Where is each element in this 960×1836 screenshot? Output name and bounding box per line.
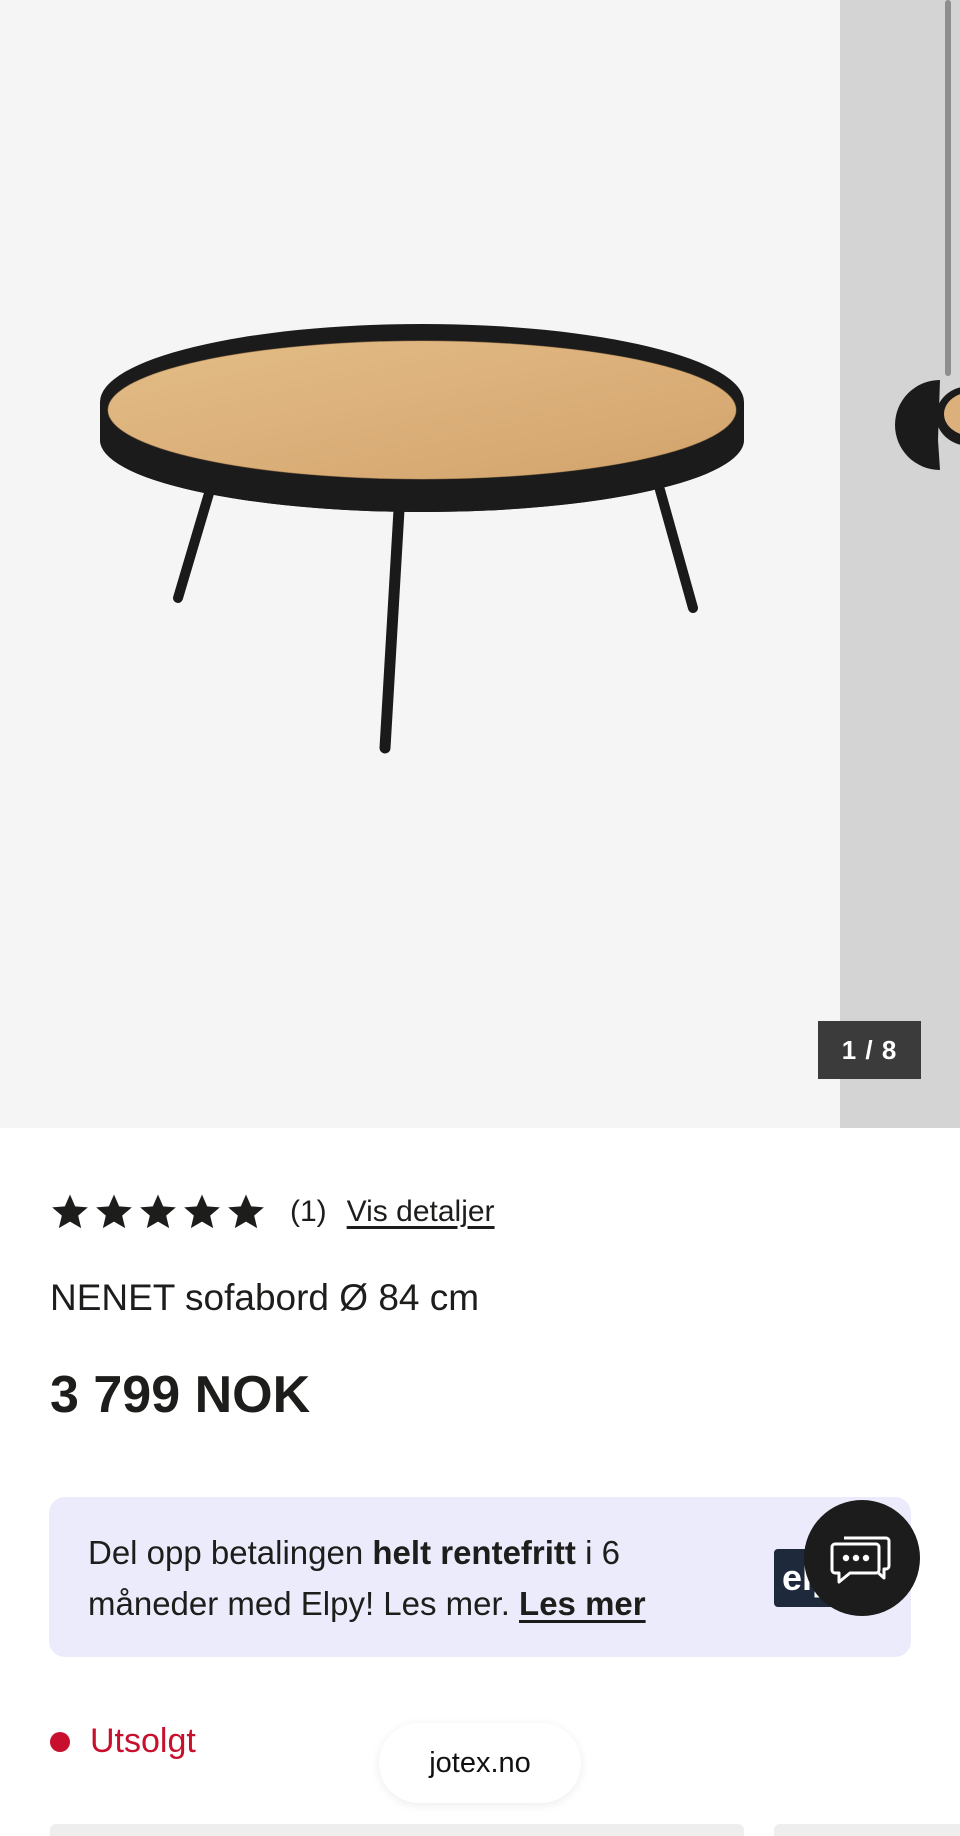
star-icon: [140, 1194, 176, 1229]
coffee-table-image: [100, 324, 744, 754]
next-product-image[interactable]: [840, 0, 960, 1128]
star-rating: [50, 1192, 266, 1232]
star-icon: [228, 1194, 264, 1229]
view-details-link[interactable]: Vis detaljer: [347, 1195, 495, 1229]
financing-read-more-link[interactable]: Les mer: [519, 1585, 646, 1622]
chat-bubble-icon: [830, 1536, 891, 1584]
financing-banner[interactable]: Del opp betalingen helt rentefritt i 6 m…: [49, 1497, 911, 1657]
star-icon: [184, 1194, 220, 1229]
status-dot: [50, 1731, 70, 1752]
product-price: 3 799 NOK: [50, 1366, 311, 1424]
star-icon: [96, 1194, 132, 1229]
scrollbar[interactable]: [945, 0, 951, 376]
browser-url-pill[interactable]: jotex.no: [379, 1723, 581, 1803]
rating-count: (1): [290, 1195, 327, 1228]
financing-text: Del opp betalingen helt rentefritt i 6 m…: [88, 1534, 646, 1622]
product-image-gallery[interactable]: 1 / 8: [0, 0, 960, 1128]
rating-row: (1) Vis detaljer: [50, 1190, 495, 1234]
stock-status-text: Utsolgt: [90, 1722, 196, 1760]
chat-button[interactable]: [804, 1500, 920, 1616]
product-image[interactable]: [0, 0, 840, 1128]
star-icon: [52, 1194, 88, 1229]
stock-status: Utsolgt: [50, 1722, 196, 1761]
next-section-card-secondary: [774, 1824, 960, 1836]
image-counter: 1 / 8: [818, 1021, 921, 1079]
product-title: NENET sofabord Ø 84 cm: [50, 1277, 480, 1318]
next-section-card: [50, 1824, 744, 1836]
